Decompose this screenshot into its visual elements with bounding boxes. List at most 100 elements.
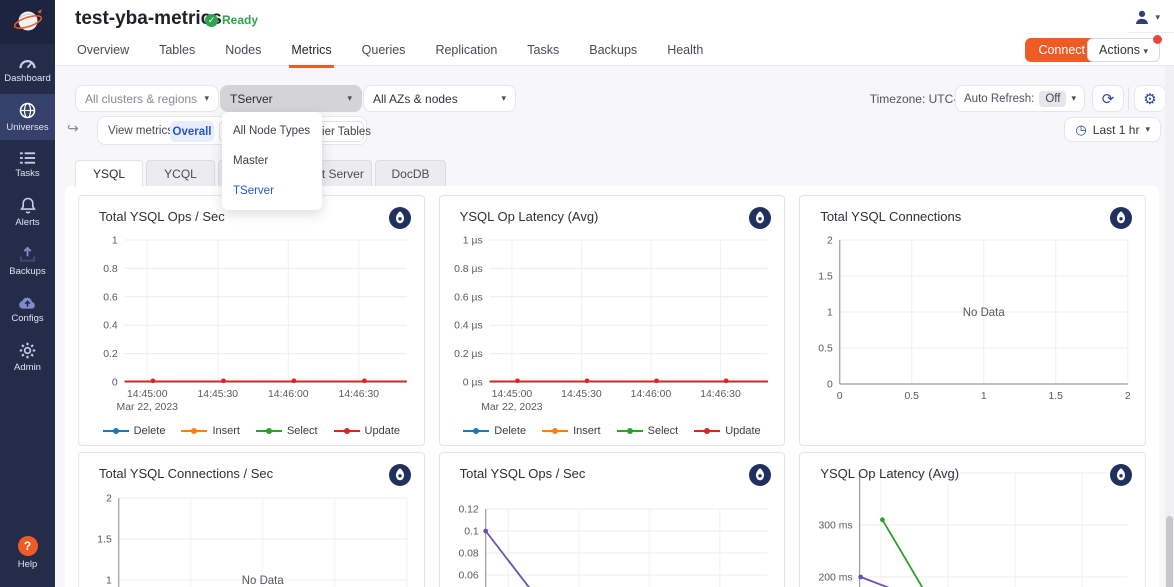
svg-text:14:45:00: 14:45:00 — [127, 389, 168, 400]
sidebar-item-dashboard[interactable]: Dashboard — [0, 47, 55, 91]
tab-overview[interactable]: Overview — [75, 39, 131, 68]
actions-label: Actions — [1099, 43, 1140, 57]
legend-item[interactable]: Insert — [181, 425, 240, 437]
view-metrics-option-overall[interactable]: Overall — [170, 121, 214, 142]
clusters-regions-dropdown[interactable]: All clusters & regions ▾ — [75, 85, 219, 112]
user-menu[interactable]: ▾ — [1134, 9, 1160, 25]
svg-text:0.2: 0.2 — [103, 349, 118, 360]
azs-nodes-dropdown[interactable]: All AZs & nodes ▾ — [363, 85, 516, 112]
dashboard-gauge-icon — [18, 55, 37, 70]
clusters-regions-value: All clusters & regions — [85, 92, 197, 106]
svg-text:14:45:00: 14:45:00 — [491, 389, 532, 400]
legend-item[interactable]: Update — [334, 425, 400, 437]
tab-replication[interactable]: Replication — [433, 39, 499, 68]
refresh-icon: ⟳ — [1102, 90, 1115, 108]
help-icon: ? — [18, 536, 38, 556]
universe-title: test-yba-metrics — [75, 8, 222, 30]
chart-plot: 1 µs0.8 µs0.6 µs0.4 µs0.2 µs0 µs14:45:00… — [440, 196, 785, 446]
svg-text:Mar 22, 2023: Mar 22, 2023 — [481, 402, 543, 413]
chart-card: Total YSQL Ops / Sec 10.80.60.40.2014:45… — [78, 195, 425, 446]
sidebar-item-configs[interactable]: Configs — [0, 287, 55, 331]
yugabyte-logo-icon[interactable] — [1110, 207, 1132, 229]
return-arrow-icon: ↪ — [67, 120, 79, 137]
tab-tables[interactable]: Tables — [157, 39, 197, 68]
svg-text:1.5: 1.5 — [819, 271, 834, 282]
menu-item-tserver[interactable]: TServer — [222, 176, 322, 206]
time-range-dropdown[interactable]: ◷ Last 1 hr ▾ — [1064, 117, 1161, 142]
svg-text:14:45:30: 14:45:30 — [561, 389, 602, 400]
sidebar-item-tasks[interactable]: Tasks — [0, 143, 55, 186]
metric-tab-ycql[interactable]: YCQL — [146, 160, 215, 186]
svg-text:1: 1 — [827, 307, 833, 318]
yugabyte-app-logo[interactable] — [0, 0, 55, 44]
legend-item[interactable]: Update — [694, 425, 760, 437]
yugabyte-logo-icon[interactable] — [389, 464, 411, 486]
caret-down-icon: ▾ — [1071, 94, 1076, 103]
status-label: Ready — [222, 13, 258, 27]
sidebar-item-backups[interactable]: Backups — [0, 238, 55, 284]
caret-down-icon: ▾ — [347, 94, 352, 103]
chart-title: Total YSQL Ops / Sec — [99, 209, 225, 224]
sidebar-item-label: Configs — [11, 313, 43, 324]
sidebar-item-label: Universes — [6, 122, 48, 133]
actions-button[interactable]: Actions ▾ — [1087, 38, 1160, 62]
auto-refresh-value: Off — [1039, 91, 1066, 107]
yugabyte-logo-icon[interactable] — [1110, 464, 1132, 486]
legend-item[interactable]: Select — [617, 425, 679, 437]
svg-text:200 ms: 200 ms — [819, 572, 853, 583]
svg-text:No Data: No Data — [242, 575, 285, 587]
sidebar-item-help[interactable]: ? Help — [0, 528, 55, 577]
sidebar-item-label: Dashboard — [4, 73, 50, 84]
menu-item-all-node-types[interactable]: All Node Types — [222, 116, 322, 146]
chart-card: YSQL Op Latency (Avg) 300 ms200 ms100 ms… — [799, 452, 1146, 587]
gear-icon: ⚙ — [1143, 90, 1156, 108]
auto-refresh-label: Auto Refresh: — [964, 93, 1034, 105]
node-type-dropdown[interactable]: TServer ▾ — [220, 85, 362, 112]
svg-text:14:46:30: 14:46:30 — [700, 389, 741, 400]
refresh-button[interactable]: ⟳ — [1092, 85, 1124, 112]
tab-queries[interactable]: Queries — [360, 39, 408, 68]
auto-refresh-dropdown[interactable]: Auto Refresh: Off ▾ — [955, 85, 1085, 112]
svg-text:0.4 µs: 0.4 µs — [454, 321, 483, 332]
sidebar-item-alerts[interactable]: Alerts — [0, 189, 55, 235]
metric-tab-ysql[interactable]: YSQL — [75, 160, 143, 187]
metrics-settings-button[interactable]: ⚙ — [1134, 85, 1166, 112]
svg-text:0.08: 0.08 — [458, 548, 478, 559]
main-area: test-yba-metrics ✓ Ready ▾ Overview Tabl… — [55, 0, 1174, 587]
scrollbar-thumb[interactable] — [1166, 516, 1173, 587]
tab-health[interactable]: Health — [665, 39, 705, 68]
chart-title: Total YSQL Ops / Sec — [460, 466, 586, 481]
scrollbar[interactable] — [1165, 66, 1174, 587]
tab-metrics[interactable]: Metrics — [289, 39, 333, 68]
caret-down-icon: ▾ — [501, 94, 506, 103]
chart-title: YSQL Op Latency (Avg) — [460, 209, 599, 224]
tab-tasks[interactable]: Tasks — [525, 39, 561, 68]
tab-nodes[interactable]: Nodes — [223, 39, 263, 68]
sidebar-item-universes[interactable]: Universes — [0, 94, 55, 140]
yugabyte-logo-icon[interactable] — [389, 207, 411, 229]
svg-text:0.8: 0.8 — [103, 264, 118, 275]
metric-tab-docdb[interactable]: DocDB — [375, 160, 446, 186]
legend-item[interactable]: Insert — [542, 425, 601, 437]
chart-title: Total YSQL Connections — [820, 209, 961, 224]
svg-text:1.5: 1.5 — [1049, 391, 1064, 402]
svg-text:0.06: 0.06 — [458, 570, 478, 581]
legend-item[interactable]: Select — [256, 425, 318, 437]
admin-gear-icon — [19, 342, 36, 359]
yugabyte-logo-icon[interactable] — [749, 464, 771, 486]
menu-item-master[interactable]: Master — [222, 146, 322, 176]
tab-backups[interactable]: Backups — [587, 39, 639, 68]
svg-text:2: 2 — [106, 493, 112, 504]
sidebar-item-admin[interactable]: Admin — [0, 334, 55, 380]
node-type-menu: All Node Types Master TServer — [222, 112, 322, 210]
svg-text:1.5: 1.5 — [97, 534, 112, 545]
svg-text:2: 2 — [827, 235, 833, 246]
svg-text:0: 0 — [827, 379, 833, 390]
caret-down-icon: ▾ — [204, 94, 209, 103]
legend-item[interactable]: Delete — [463, 425, 526, 437]
legend-item[interactable]: Delete — [103, 425, 166, 437]
toolbar-divider — [1128, 87, 1129, 110]
svg-text:0.6 µs: 0.6 µs — [454, 292, 483, 303]
caret-down-icon: ▾ — [1143, 46, 1148, 56]
yugabyte-logo-icon[interactable] — [749, 207, 771, 229]
